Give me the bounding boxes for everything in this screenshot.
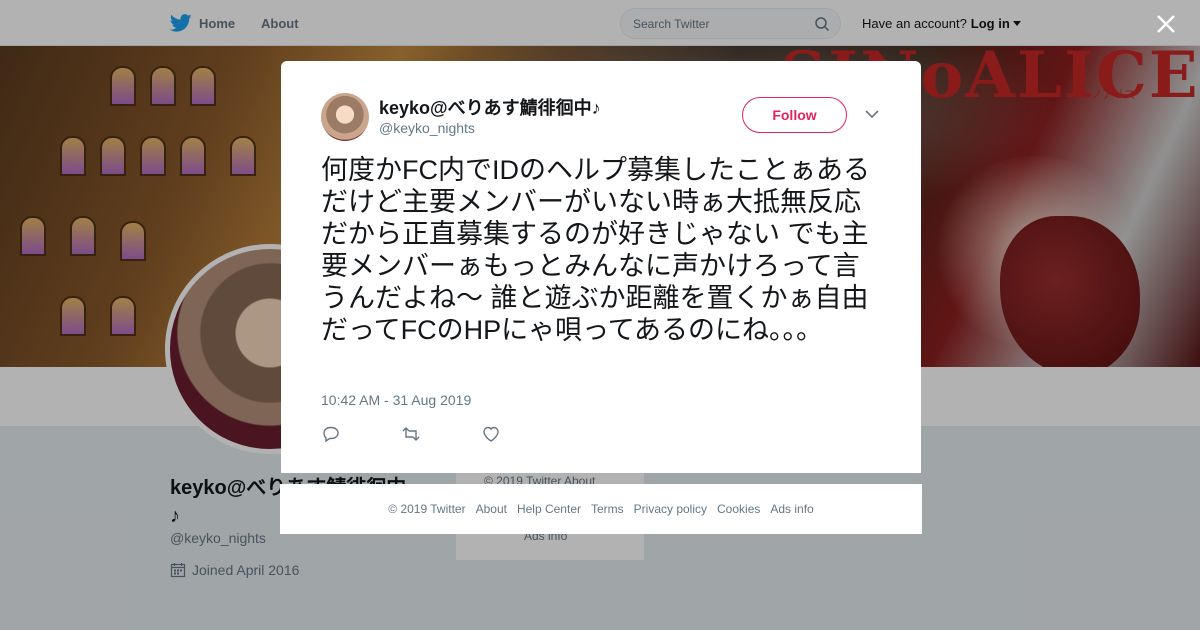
reply-button[interactable] (321, 424, 401, 444)
tweet-author-name[interactable]: keyko@べりあす鯖徘徊中♪ (379, 94, 601, 120)
footer-link-privacy[interactable]: Privacy policy (634, 502, 707, 516)
tweet-actions (321, 424, 561, 444)
tweet-author-handle[interactable]: @keyko_nights (379, 120, 475, 136)
tweet-text: 何度かFC内でIDのヘルプ募集したことぁある だけど主要メンバーがいない時ぁ大抵… (321, 155, 870, 345)
reply-icon (323, 426, 339, 443)
footer-link-about[interactable]: About (476, 502, 507, 516)
tweet-modal: keyko@べりあす鯖徘徊中♪ @keyko_nights Follow 何度か… (281, 61, 921, 473)
footer-link-help-center[interactable]: Help Center (517, 502, 581, 516)
retweet-button[interactable] (401, 424, 481, 444)
retweet-icon (402, 427, 420, 441)
like-heart-icon (483, 426, 499, 442)
footer-copyright: © 2019 Twitter (388, 502, 466, 516)
like-button[interactable] (481, 424, 561, 444)
tweet-author-avatar[interactable] (321, 93, 369, 141)
chevron-down-icon[interactable] (865, 109, 879, 119)
modal-footer: © 2019 Twitter About Help Center Terms P… (280, 484, 922, 534)
follow-button[interactable]: Follow (742, 97, 847, 133)
close-icon[interactable] (1154, 12, 1178, 36)
footer-link-terms[interactable]: Terms (591, 502, 624, 516)
footer-link-cookies[interactable]: Cookies (717, 502, 760, 516)
footer-link-ads-info[interactable]: Ads info (770, 502, 813, 516)
tweet-timestamp[interactable]: 10:42 AM - 31 Aug 2019 (321, 392, 471, 408)
